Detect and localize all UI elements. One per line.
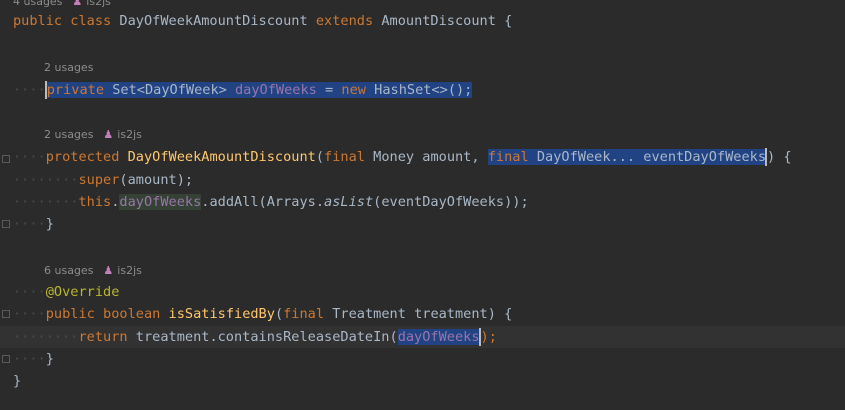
code-line-class-declaration[interactable]: public class DayOfWeekAmountDiscount ext… (13, 10, 512, 32)
code-line-addall[interactable]: ········this.dayOfWeeks.addAll(Arrays.as… (13, 191, 529, 213)
fold-marker-constructor[interactable] (2, 155, 10, 163)
code-line-method-signature[interactable]: ····public boolean isSatisfiedBy(final T… (13, 303, 512, 325)
code-line-constructor[interactable]: ····protected DayOfWeekAmountDiscount(fi… (13, 146, 792, 168)
usages-hint-field[interactable]: 2 usages (44, 60, 93, 76)
usages-hint-class[interactable]: 4 usages ♟ is2js (13, 0, 111, 10)
author-icon: ♟ (72, 0, 83, 8)
code-line-method-close[interactable]: ····} (13, 348, 54, 370)
code-line-annotation[interactable]: ····@Override (13, 281, 119, 303)
usages-hint-method[interactable]: 6 usages ♟ is2js (44, 263, 142, 279)
code-line-field[interactable]: ····private Set<DayOfWeek> dayOfWeeks = … (13, 79, 473, 101)
fold-marker-constructor-end[interactable] (2, 220, 10, 228)
fold-marker-method-end[interactable] (2, 355, 10, 363)
code-line-super-call[interactable]: ········super(amount); (13, 169, 193, 191)
gutter (0, 0, 14, 410)
code-line-constructor-close[interactable]: ····} (13, 213, 54, 235)
fold-marker-method[interactable] (2, 310, 10, 318)
code-line-return[interactable]: ········return treatment.containsRelease… (13, 326, 497, 348)
usages-hint-constructor[interactable]: 2 usages ♟ is2js (44, 127, 142, 143)
author-icon: ♟ (103, 264, 114, 277)
code-line-class-close[interactable]: } (13, 370, 21, 392)
author-icon: ♟ (103, 128, 114, 141)
code-editor[interactable]: 4 usages ♟ is2js public class DayOfWeekAmo… (0, 0, 845, 410)
